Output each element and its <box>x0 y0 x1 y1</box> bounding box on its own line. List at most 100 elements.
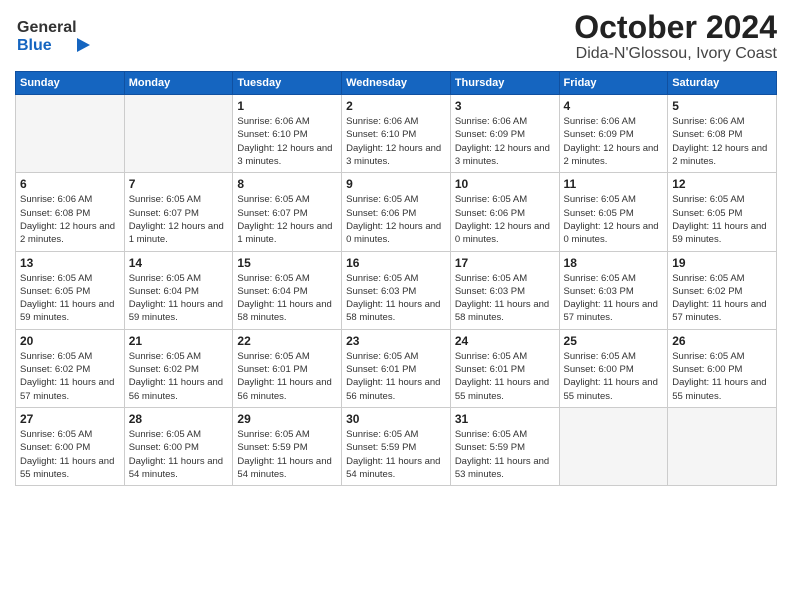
day-info: Sunrise: 6:05 AMSunset: 6:04 PMDaylight:… <box>129 272 229 325</box>
calendar-cell: 27Sunrise: 6:05 AMSunset: 6:00 PMDayligh… <box>16 407 125 485</box>
calendar-cell: 10Sunrise: 6:05 AMSunset: 6:06 PMDayligh… <box>450 173 559 251</box>
day-info: Sunrise: 6:05 AMSunset: 6:05 PMDaylight:… <box>672 193 772 246</box>
calendar-cell: 16 Sunrise: 6:05 AMSunset: 6:03 PMDayligh… <box>342 251 451 329</box>
day-info: Sunrise: 6:05 AMSunset: 6:01 PMDaylight:… <box>237 350 337 403</box>
calendar-cell <box>668 407 777 485</box>
day-info: Sunrise: 6:05 AMSunset: 6:03 PMDaylight:… <box>564 272 664 325</box>
calendar-cell <box>559 407 668 485</box>
calendar-subtitle: Dida-N'Glossou, Ivory Coast <box>574 45 777 63</box>
day-number: 7 <box>129 177 229 191</box>
calendar-week-4: 20 Sunrise: 6:05 AMSunset: 6:02 PMDayligh… <box>16 329 777 407</box>
day-number: 16 <box>346 256 446 270</box>
header-wednesday: Wednesday <box>342 72 451 95</box>
calendar-cell: 22 Sunrise: 6:05 AMSunset: 6:01 PMDayligh… <box>233 329 342 407</box>
calendar-cell: 31Sunrise: 6:05 AMSunset: 5:59 PMDayligh… <box>450 407 559 485</box>
day-number: 24 <box>455 334 555 348</box>
calendar-cell: 1Sunrise: 6:06 AMSunset: 6:10 PMDaylight… <box>233 95 342 173</box>
day-info: Sunrise: 6:05 AMSunset: 6:03 PMDaylight:… <box>346 272 446 325</box>
day-number: 8 <box>237 177 337 191</box>
calendar-cell: 21 Sunrise: 6:05 AMSunset: 6:02 PMDayligh… <box>124 329 233 407</box>
day-info: Sunrise: 6:05 AMSunset: 6:00 PMDaylight:… <box>672 350 772 403</box>
header-thursday: Thursday <box>450 72 559 95</box>
calendar-cell: 6Sunrise: 6:06 AMSunset: 6:08 PMDaylight… <box>16 173 125 251</box>
day-info: Sunrise: 6:05 AMSunset: 6:04 PMDaylight:… <box>237 272 337 325</box>
day-info: Sunrise: 6:05 AMSunset: 6:02 PMDaylight:… <box>20 350 120 403</box>
calendar-cell: 5 Sunrise: 6:06 AMSunset: 6:08 PMDaylight… <box>668 95 777 173</box>
day-number: 22 <box>237 334 337 348</box>
day-info: Sunrise: 6:05 AMSunset: 6:06 PMDaylight:… <box>346 193 446 246</box>
header: General Blue October 2024 Dida-N'Glossou… <box>15 10 777 63</box>
calendar-week-3: 13Sunrise: 6:05 AMSunset: 6:05 PMDayligh… <box>16 251 777 329</box>
calendar-cell: 29 Sunrise: 6:05 AMSunset: 5:59 PMDayligh… <box>233 407 342 485</box>
header-friday: Friday <box>559 72 668 95</box>
calendar-cell: 15 Sunrise: 6:05 AMSunset: 6:04 PMDayligh… <box>233 251 342 329</box>
day-info: Sunrise: 6:05 AMSunset: 6:06 PMDaylight:… <box>455 193 555 246</box>
svg-text:Blue: Blue <box>17 37 52 54</box>
day-info: Sunrise: 6:05 AMSunset: 6:00 PMDaylight:… <box>564 350 664 403</box>
day-info: Sunrise: 6:05 AMSunset: 6:01 PMDaylight:… <box>455 350 555 403</box>
day-number: 29 <box>237 412 337 426</box>
day-number: 17 <box>455 256 555 270</box>
logo-svg: General Blue <box>15 10 105 60</box>
day-info: Sunrise: 6:05 AMSunset: 5:59 PMDaylight:… <box>346 428 446 481</box>
calendar-table: Sunday Monday Tuesday Wednesday Thursday… <box>15 71 777 486</box>
day-number: 26 <box>672 334 772 348</box>
calendar-header: Sunday Monday Tuesday Wednesday Thursday… <box>16 72 777 95</box>
day-info: Sunrise: 6:06 AMSunset: 6:08 PMDaylight:… <box>672 115 772 168</box>
calendar-cell: 24 Sunrise: 6:05 AMSunset: 6:01 PMDayligh… <box>450 329 559 407</box>
day-number: 12 <box>672 177 772 191</box>
calendar-cell: 20 Sunrise: 6:05 AMSunset: 6:02 PMDayligh… <box>16 329 125 407</box>
day-info: Sunrise: 6:06 AMSunset: 6:10 PMDaylight:… <box>346 115 446 168</box>
day-info: Sunrise: 6:06 AMSunset: 6:08 PMDaylight:… <box>20 193 120 246</box>
day-info: Sunrise: 6:06 AMSunset: 6:09 PMDaylight:… <box>455 115 555 168</box>
calendar-title: October 2024 <box>574 10 777 45</box>
calendar-cell: 2Sunrise: 6:06 AMSunset: 6:10 PMDaylight… <box>342 95 451 173</box>
day-info: Sunrise: 6:05 AMSunset: 6:00 PMDaylight:… <box>20 428 120 481</box>
calendar-cell: 4 Sunrise: 6:06 AMSunset: 6:09 PMDaylight… <box>559 95 668 173</box>
calendar-cell: 25 Sunrise: 6:05 AMSunset: 6:00 PMDayligh… <box>559 329 668 407</box>
header-saturday: Saturday <box>668 72 777 95</box>
day-info: Sunrise: 6:05 AMSunset: 6:02 PMDaylight:… <box>129 350 229 403</box>
calendar-week-5: 27Sunrise: 6:05 AMSunset: 6:00 PMDayligh… <box>16 407 777 485</box>
day-number: 28 <box>129 412 229 426</box>
calendar-cell: 26 Sunrise: 6:05 AMSunset: 6:00 PMDayligh… <box>668 329 777 407</box>
day-info: Sunrise: 6:05 AMSunset: 6:03 PMDaylight:… <box>455 272 555 325</box>
day-number: 31 <box>455 412 555 426</box>
day-number: 9 <box>346 177 446 191</box>
day-number: 20 <box>20 334 120 348</box>
day-number: 11 <box>564 177 664 191</box>
calendar-cell: 23Sunrise: 6:05 AMSunset: 6:01 PMDayligh… <box>342 329 451 407</box>
day-info: Sunrise: 6:05 AMSunset: 6:00 PMDaylight:… <box>129 428 229 481</box>
calendar-cell: 8Sunrise: 6:05 AMSunset: 6:07 PMDaylight… <box>233 173 342 251</box>
day-number: 15 <box>237 256 337 270</box>
calendar-page: General Blue October 2024 Dida-N'Glossou… <box>0 0 792 612</box>
day-info: Sunrise: 6:06 AMSunset: 6:09 PMDaylight:… <box>564 115 664 168</box>
day-number: 5 <box>672 99 772 113</box>
logo: General Blue <box>15 10 105 60</box>
calendar-week-1: 1Sunrise: 6:06 AMSunset: 6:10 PMDaylight… <box>16 95 777 173</box>
svg-text:General: General <box>17 19 77 36</box>
day-number: 23 <box>346 334 446 348</box>
day-number: 19 <box>672 256 772 270</box>
day-number: 18 <box>564 256 664 270</box>
calendar-cell <box>16 95 125 173</box>
day-number: 3 <box>455 99 555 113</box>
calendar-cell: 30Sunrise: 6:05 AMSunset: 5:59 PMDayligh… <box>342 407 451 485</box>
day-number: 4 <box>564 99 664 113</box>
calendar-cell: 9 Sunrise: 6:05 AMSunset: 6:06 PMDaylight… <box>342 173 451 251</box>
calendar-cell: 11Sunrise: 6:05 AMSunset: 6:05 PMDayligh… <box>559 173 668 251</box>
header-tuesday: Tuesday <box>233 72 342 95</box>
day-number: 21 <box>129 334 229 348</box>
calendar-cell: 19Sunrise: 6:05 AMSunset: 6:02 PMDayligh… <box>668 251 777 329</box>
header-sunday: Sunday <box>16 72 125 95</box>
calendar-cell: 12 Sunrise: 6:05 AMSunset: 6:05 PMDayligh… <box>668 173 777 251</box>
calendar-cell: 3 Sunrise: 6:06 AMSunset: 6:09 PMDaylight… <box>450 95 559 173</box>
title-block: October 2024 Dida-N'Glossou, Ivory Coast <box>574 10 777 63</box>
day-info: Sunrise: 6:05 AMSunset: 5:59 PMDaylight:… <box>237 428 337 481</box>
day-number: 13 <box>20 256 120 270</box>
day-info: Sunrise: 6:06 AMSunset: 6:10 PMDaylight:… <box>237 115 337 168</box>
calendar-cell: 14Sunrise: 6:05 AMSunset: 6:04 PMDayligh… <box>124 251 233 329</box>
day-number: 25 <box>564 334 664 348</box>
calendar-cell: 28 Sunrise: 6:05 AMSunset: 6:00 PMDayligh… <box>124 407 233 485</box>
calendar-week-2: 6Sunrise: 6:06 AMSunset: 6:08 PMDaylight… <box>16 173 777 251</box>
